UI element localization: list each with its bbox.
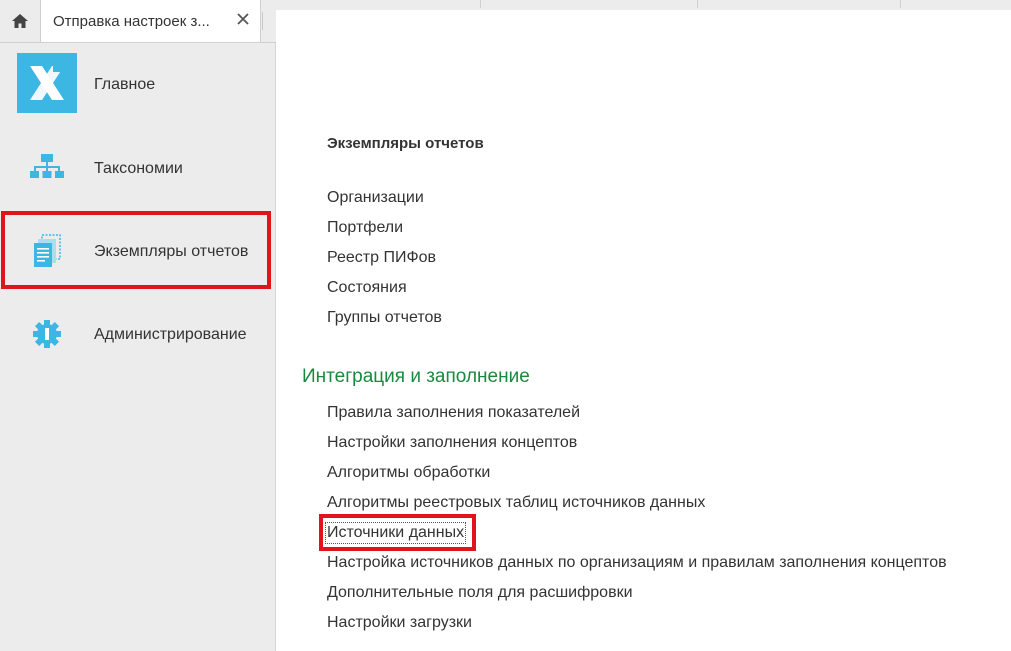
next-tab-edge[interactable] <box>262 12 273 30</box>
tab-divider <box>480 0 481 8</box>
selected-item-highlight <box>1 211 271 289</box>
link-fill-rules[interactable]: Правила заполнения показателей <box>327 404 580 422</box>
tab-settings-send[interactable]: Отправка настроек з... <box>41 0 261 42</box>
link-fund-registry[interactable]: Реестр ПИФов <box>327 249 436 267</box>
home-icon <box>12 14 28 28</box>
tab-divider <box>697 0 698 8</box>
link-concept-fill-settings[interactable]: Настройки заполнения концептов <box>327 434 577 452</box>
close-icon[interactable] <box>236 12 250 26</box>
sidebar-item-label: Администрирование <box>94 326 247 343</box>
sidebar-item-label: Таксономии <box>94 160 183 177</box>
tab-divider <box>900 0 901 8</box>
link-organizations[interactable]: Организации <box>327 189 424 207</box>
hierarchy-icon <box>17 138 77 198</box>
link-extra-fields[interactable]: Дополнительные поля для расшифровки <box>327 584 633 602</box>
sidebar-item-taxonomies[interactable]: Таксономии <box>0 127 275 207</box>
link-processing-algorithms[interactable]: Алгоритмы обработки <box>327 464 490 482</box>
link-states[interactable]: Состояния <box>327 279 407 297</box>
gear-icon <box>17 304 77 364</box>
sidebar-item-label: Главное <box>94 76 156 93</box>
sidebar: Главное Таксономии Экземпляры отчетов Ад… <box>0 43 276 651</box>
link-portfolios[interactable]: Портфели <box>327 219 403 237</box>
link-registry-table-algorithms[interactable]: Алгоритмы реестровых таблиц источников д… <box>327 494 705 512</box>
link-report-groups[interactable]: Группы отчетов <box>327 309 442 327</box>
sidebar-item-main[interactable]: Главное <box>0 43 275 123</box>
group-title: Интеграция и заполнение <box>302 366 530 387</box>
link-data-source-settings[interactable]: Настройка источников данных по организац… <box>327 554 947 572</box>
main-content: Экземпляры отчетов Организации Портфели … <box>276 10 1011 651</box>
app-logo-icon <box>17 53 77 113</box>
data-sources-highlight <box>319 514 476 551</box>
link-load-settings[interactable]: Настройки загрузки <box>327 614 472 632</box>
section-title: Экземпляры отчетов <box>327 135 484 152</box>
home-tab[interactable] <box>0 0 41 42</box>
sidebar-item-administration[interactable]: Администрирование <box>0 295 275 375</box>
app-window: Отправка настроек з... Главное Таксономи… <box>0 0 1011 651</box>
tab-label: Отправка настроек з... <box>53 12 210 30</box>
